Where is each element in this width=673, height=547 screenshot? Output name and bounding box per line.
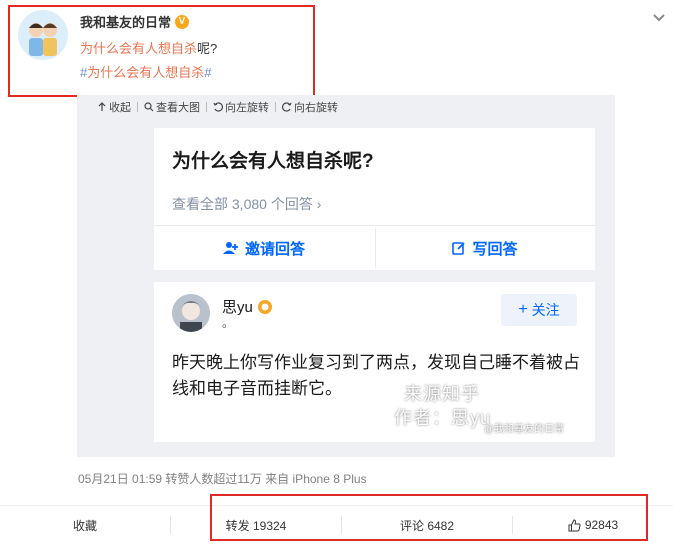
toolbar-divider [137,102,138,112]
watermark-author: 作者：思yu [394,408,492,428]
rotate-left-button[interactable]: 向左旋转 [213,99,269,115]
answer-text: 昨天晚上你写作业复习到了两点，发现自己睡不着被占线和电子音而挂断它。 [172,353,580,398]
view-large-button[interactable]: 查看大图 [144,99,200,115]
plus-icon: + [518,301,528,318]
write-answer-button: 写回答 [375,226,595,270]
collapse-label: 收起 [109,102,131,114]
add-user-icon [222,242,238,254]
image-viewer: 收起 查看大图 向左旋转 向右旋转 为什么会有人想自杀呢? 查看全部 3,080… [77,95,615,457]
favorite-button[interactable]: 收藏 [0,506,170,544]
favorite-label: 收藏 [72,518,97,533]
rotate-left-label: 向左旋转 [225,102,269,114]
highlight-box-header [8,5,315,97]
weibo-post: 我和基友的日常 V 为什么会有人想自杀呢? #为什么会有人想自杀# 收起 查看大… [0,0,673,547]
follow-button: + 关注 [501,294,577,326]
question-card: 为什么会有人想自杀呢? 查看全部 3,080 个回答 › 邀请回答 写回答 [154,128,595,270]
rotate-right-button[interactable]: 向右旋转 [282,99,338,115]
arrow-up-icon [98,102,106,111]
invite-answer-button: 邀请回答 [154,226,374,270]
post-meta: 05月21日 01:59 转赞人数超过11万 来自 iPhone 8 Plus [78,472,367,486]
zhihu-screenshot[interactable]: 为什么会有人想自杀呢? 查看全部 3,080 个回答 › 邀请回答 写回答 思y… [154,128,595,464]
follow-label: 关注 [531,302,560,318]
toolbar-divider [206,102,207,112]
answer-card: 思yu 。 + 关注 昨天晚上你写作业复习到了两点，发现自己睡不着被占线和电子音… [154,282,595,442]
view-all-label: 查看全部 3,080 个回答 [172,196,313,212]
rotate-right-label: 向右旋转 [294,102,338,114]
image-toolbar: 收起 查看大图 向左旋转 向右旋转 [77,95,615,119]
chevron-right-icon: › [316,196,322,212]
highlight-box-actions [210,494,648,541]
toolbar-divider [275,102,276,112]
rotate-left-icon [213,102,223,112]
chevron-down-icon[interactable] [651,10,667,26]
rotate-right-icon [282,102,292,112]
view-large-label: 查看大图 [156,102,200,114]
edit-icon [452,242,466,255]
invite-answer-label: 邀请回答 [244,240,305,258]
collapse-button[interactable]: 收起 [97,99,131,115]
write-answer-label: 写回答 [472,240,518,258]
view-all-answers: 查看全部 3,080 个回答 › [172,194,321,214]
badge-icon [257,299,272,314]
answerer-avatar [172,294,210,332]
answerer-bio: 。 [222,316,235,330]
question-title: 为什么会有人想自杀呢? [172,151,374,172]
watermark-source: 来源知乎 [404,384,480,404]
watermark-weibo: @我和基友的日常 [484,424,565,435]
search-icon [144,102,154,112]
